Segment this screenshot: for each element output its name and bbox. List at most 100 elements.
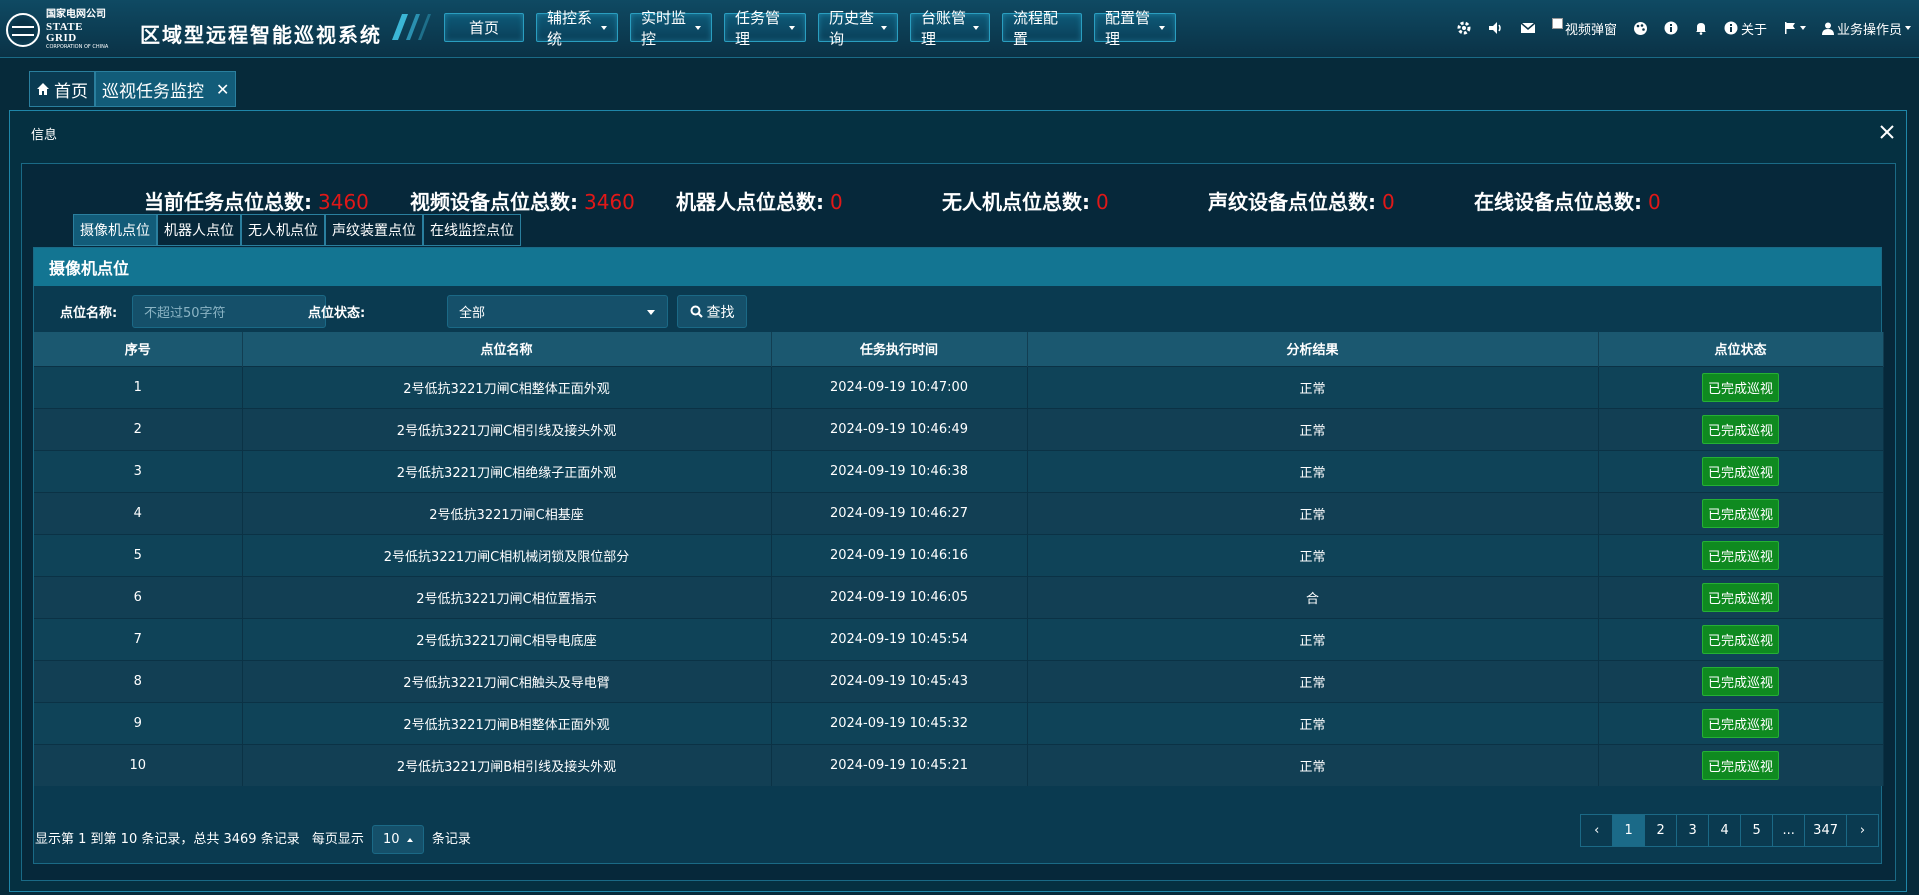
table-cell: 2024-09-19 10:46:38 <box>771 449 1028 492</box>
table-row[interactable]: 3 2号低抗3221刀闸C相绝缘子正面外观 2024-09-19 10:46:38 正… <box>34 449 1884 492</box>
search-icon <box>690 305 703 318</box>
user-icon <box>1821 22 1834 35</box>
table-cell: 2号低抗3221刀闸C相绝缘子正面外观 <box>242 449 772 492</box>
column-header[interactable]: 分析结果 <box>1027 332 1599 366</box>
video-popup-toggle[interactable]: 视频弹窗 <box>1551 17 1617 38</box>
page-button[interactable]: 5 <box>1740 814 1774 847</box>
column-header[interactable]: 任务执行时间 <box>771 332 1028 366</box>
table-header-row: 序号 点位名称 任务执行时间 分析结果 点位状态 <box>34 332 1884 366</box>
stat-label: 当前任务点位总数: <box>144 190 312 214</box>
point-name-label: 点位名称: <box>60 306 118 321</box>
main-nav: 首页 辅控系统 实时监控 任务管理 历史查询 台账管理 流程配置 配置管理 <box>444 9 1176 48</box>
info-circle-icon[interactable] <box>1664 21 1678 35</box>
subtab-1[interactable]: 摄像机点位 <box>73 214 157 246</box>
table-cell: 正常 <box>1027 365 1599 408</box>
nav-item-1[interactable]: 首页 <box>444 13 524 42</box>
search-button[interactable]: 查找 <box>677 295 747 328</box>
page-button[interactable]: 2 <box>1644 814 1678 847</box>
nav-item-label: 实时监控 <box>641 8 687 48</box>
mail-icon[interactable] <box>1520 22 1536 34</box>
status-badge: 已完成巡视 <box>1701 708 1779 738</box>
page-button[interactable]: 1 <box>1612 814 1646 847</box>
table-row[interactable]: 4 2号低抗3221刀闸C相基座 2024-09-19 10:46:27 正常 已完成巡… <box>34 491 1884 534</box>
nav-item-7[interactable]: 流程配置 <box>1002 9 1082 48</box>
nav-item-2[interactable]: 辅控系统 <box>536 9 618 48</box>
bell-icon[interactable] <box>1694 21 1708 35</box>
settings-gear-icon[interactable] <box>1456 20 1472 36</box>
nav-item-4[interactable]: 任务管理 <box>724 9 806 48</box>
table-cell: 正常 <box>1027 491 1599 534</box>
chevron-down-icon <box>1159 25 1165 30</box>
page-button[interactable]: 4 <box>1708 814 1742 847</box>
column-header[interactable]: 点位名称 <box>242 332 772 366</box>
chevron-down-icon <box>695 25 701 30</box>
table-cell: 2024-09-19 10:46:49 <box>771 407 1028 450</box>
status-cell: 已完成巡视 <box>1598 533 1884 576</box>
chevron-down-icon <box>601 25 607 30</box>
user-menu[interactable]: 业务操作员 <box>1821 19 1911 38</box>
table-row[interactable]: 9 2号低抗3221刀闸B相整体正面外观 2024-09-19 10:45:32 正常… <box>34 701 1884 744</box>
nav-item-label: 辅控系统 <box>547 8 593 48</box>
state-grid-logo: 国家电网公司 STATE GRID CORPORATION OF CHINA <box>6 10 112 50</box>
volume-icon[interactable] <box>1488 21 1504 35</box>
page-size-select[interactable]: 10 <box>372 825 424 854</box>
about-menu[interactable]: 关于 <box>1724 19 1767 38</box>
table-cell: 3 <box>34 449 243 492</box>
palette-icon[interactable] <box>1633 21 1648 36</box>
status-cell: 已完成巡视 <box>1598 617 1884 660</box>
table-cell: 2号低抗3221刀闸C相引线及接头外观 <box>242 407 772 450</box>
status-cell: 已完成巡视 <box>1598 365 1884 408</box>
chevron-up-icon <box>406 837 413 842</box>
stat-item: 视频设备点位总数: 3460 <box>410 186 635 215</box>
close-tab-icon[interactable]: ✕ <box>216 80 229 99</box>
table-cell: 2024-09-19 10:45:54 <box>771 617 1028 660</box>
about-info-icon <box>1724 21 1738 35</box>
tab-home[interactable]: 首页 <box>29 71 95 107</box>
stat-item: 在线设备点位总数: 0 <box>1474 186 1661 215</box>
chevron-down-icon <box>1799 26 1806 30</box>
subtab-5[interactable]: 在线监控点位 <box>423 214 521 246</box>
nav-item-3[interactable]: 实时监控 <box>630 9 712 48</box>
nav-item-8[interactable]: 配置管理 <box>1094 9 1176 48</box>
subtab-2[interactable]: 机器人点位 <box>157 214 241 246</box>
stat-label: 无人机点位总数: <box>942 190 1090 214</box>
table-cell: 2024-09-19 10:45:32 <box>771 701 1028 744</box>
nav-item-label: 任务管理 <box>735 8 781 48</box>
tab-patrol-task-monitor[interactable]: 巡视任务监控 ✕ <box>95 71 237 107</box>
table-cell: 正常 <box>1027 617 1599 660</box>
nav-item-6[interactable]: 台账管理 <box>910 9 990 48</box>
table-cell: 2号低抗3221刀闸C相基座 <box>242 491 772 534</box>
page-button[interactable]: ... <box>1772 814 1806 847</box>
stat-label: 在线设备点位总数: <box>1474 190 1642 214</box>
table-row[interactable]: 1 2号低抗3221刀闸C相整体正面外观 2024-09-19 10:47:00 正常… <box>34 365 1884 408</box>
table-cell: 2024-09-19 10:46:05 <box>771 575 1028 618</box>
table-row[interactable]: 8 2号低抗3221刀闸C相触头及导电臂 2024-09-19 10:45:43 正常… <box>34 659 1884 702</box>
flag-menu[interactable] <box>1783 21 1806 35</box>
page-size-value: 10 <box>383 832 400 847</box>
status-cell: 已完成巡视 <box>1598 575 1884 618</box>
point-name-input[interactable]: 不超过50字符 <box>132 295 326 328</box>
table-row[interactable]: 5 2号低抗3221刀闸C相机械闭锁及限位部分 2024-09-19 10:46:1… <box>34 533 1884 576</box>
close-icon[interactable] <box>1878 123 1896 141</box>
column-header[interactable]: 点位状态 <box>1598 332 1884 366</box>
flag-icon <box>1784 22 1795 34</box>
table-row[interactable]: 2 2号低抗3221刀闸C相引线及接头外观 2024-09-19 10:46:49 正… <box>34 407 1884 450</box>
subtab-4[interactable]: 声纹装置点位 <box>325 214 423 246</box>
table-row[interactable]: 10 2号低抗3221刀闸B相引线及接头外观 2024-09-19 10:45:21… <box>34 743 1884 786</box>
nav-item-5[interactable]: 历史查询 <box>818 9 898 48</box>
point-status-select[interactable]: 全部 <box>447 295 668 328</box>
video-popup-checkbox[interactable] <box>1551 17 1563 29</box>
column-header[interactable]: 序号 <box>34 332 243 366</box>
chevron-down-icon <box>789 25 795 30</box>
page-button[interactable]: 347 <box>1804 814 1847 847</box>
subtab-3[interactable]: 无人机点位 <box>241 214 325 246</box>
table-row[interactable]: 6 2号低抗3221刀闸C相位置指示 2024-09-19 10:46:05 合 已完成… <box>34 575 1884 618</box>
page-button[interactable]: › <box>1846 814 1879 847</box>
status-badge: 已完成巡视 <box>1701 540 1779 570</box>
page-button[interactable]: 3 <box>1676 814 1710 847</box>
table-row[interactable]: 7 2号低抗3221刀闸C相导电底座 2024-09-19 10:45:54 正常 已完… <box>34 617 1884 660</box>
page-button[interactable]: ‹ <box>1580 814 1614 847</box>
video-popup-label: 视频弹窗 <box>1564 22 1617 38</box>
status-cell: 已完成巡视 <box>1598 743 1884 786</box>
card-title: 摄像机点位 <box>34 248 1881 286</box>
